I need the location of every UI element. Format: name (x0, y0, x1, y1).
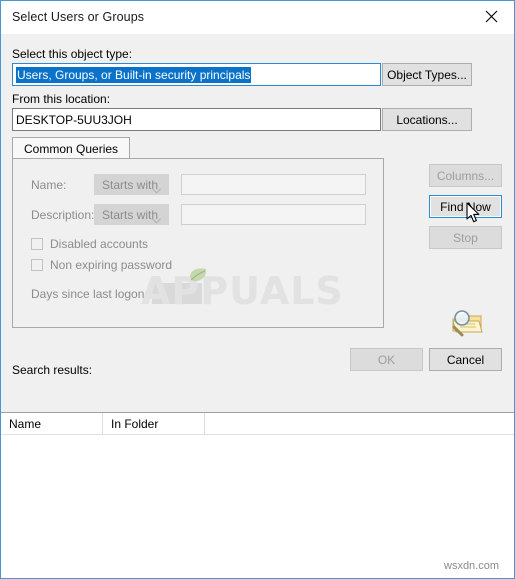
tab-common-queries[interactable]: Common Queries (12, 137, 131, 159)
description-label: Description: (31, 208, 95, 222)
search-results-label: Search results: (12, 363, 93, 377)
ok-button[interactable]: OK (350, 348, 423, 371)
object-types-button[interactable]: Object Types... (382, 63, 472, 86)
location-label: From this location: (12, 92, 111, 106)
search-folder-icon (447, 305, 485, 339)
results-column-name[interactable]: Name (1, 413, 103, 435)
description-value-input[interactable] (181, 204, 366, 225)
description-operator-value: Starts with (102, 207, 159, 222)
name-operator-value: Starts with (102, 177, 159, 192)
results-header-row: Name In Folder (1, 413, 514, 435)
window-title: Select Users or Groups (12, 10, 145, 24)
results-column-in-folder[interactable]: In Folder (103, 413, 205, 435)
name-value-input[interactable] (181, 174, 366, 195)
tab-strip: Common Queries (12, 137, 384, 159)
search-results-list[interactable]: Name In Folder (1, 412, 514, 578)
common-queries-panel: Name: Starts with Description: Starts wi… (12, 158, 384, 328)
select-users-or-groups-dialog: Select Users or Groups Select this objec… (0, 0, 515, 579)
disabled-accounts-label: Disabled accounts (50, 237, 149, 251)
name-operator-select[interactable]: Starts with (94, 174, 169, 195)
location-value: DESKTOP-5UU3JOH (16, 112, 132, 127)
find-now-button[interactable]: Find Now (429, 195, 502, 218)
cancel-button[interactable]: Cancel (429, 348, 502, 371)
close-icon (485, 10, 498, 23)
object-type-value: Users, Groups, or Built-in security prin… (16, 66, 252, 83)
checkbox-box (31, 259, 43, 271)
close-button[interactable] (469, 1, 514, 32)
stop-button[interactable]: Stop (429, 226, 502, 249)
dialog-body: Select this object type: Users, Groups, … (1, 34, 514, 578)
locations-button[interactable]: Locations... (382, 108, 472, 131)
days-since-logon-label: Days since last logon: (31, 287, 148, 301)
object-type-input[interactable]: Users, Groups, or Built-in security prin… (12, 63, 381, 86)
days-since-logon-input[interactable] (152, 283, 202, 304)
title-bar: Select Users or Groups (1, 1, 514, 34)
columns-button[interactable]: Columns... (429, 164, 502, 187)
chevron-down-icon (152, 183, 161, 197)
non-expiring-password-checkbox[interactable]: Non expiring password (31, 258, 172, 272)
disabled-accounts-checkbox[interactable]: Disabled accounts (31, 237, 148, 251)
location-input[interactable]: DESKTOP-5UU3JOH (12, 108, 381, 131)
checkbox-box (31, 238, 43, 250)
object-type-label: Select this object type: (12, 47, 133, 61)
non-expiring-password-label: Non expiring password (50, 258, 173, 272)
chevron-down-icon (152, 213, 161, 227)
description-operator-select[interactable]: Starts with (94, 204, 169, 225)
name-label: Name: (31, 178, 67, 192)
